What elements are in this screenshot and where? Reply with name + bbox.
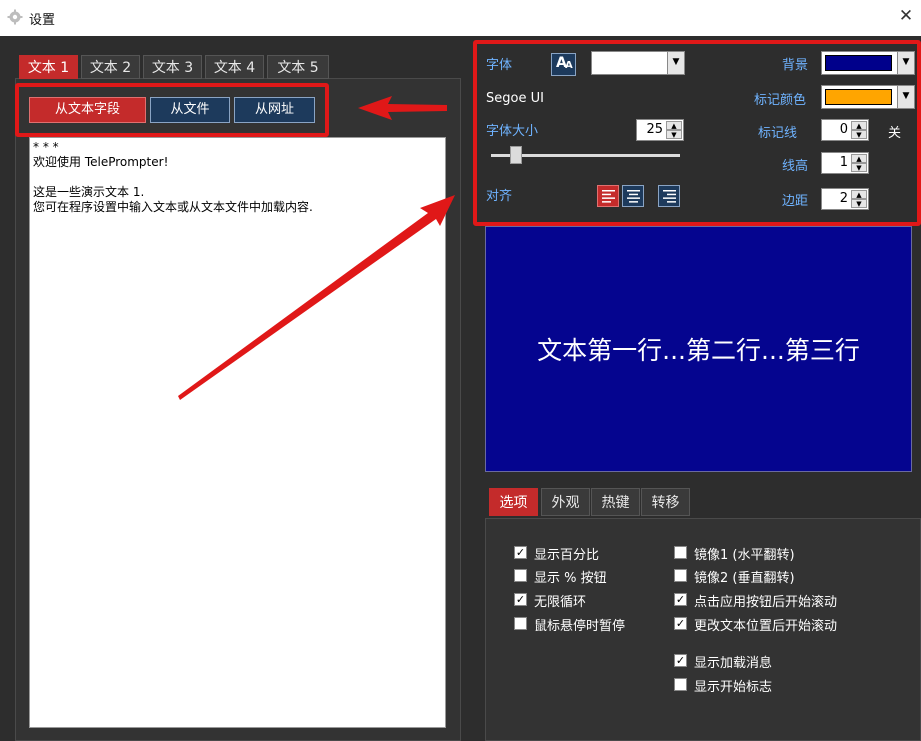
arrow-left-annotation <box>358 96 447 120</box>
arrow-diagonal-annotation <box>178 195 455 400</box>
annotation-arrows <box>178 96 455 400</box>
